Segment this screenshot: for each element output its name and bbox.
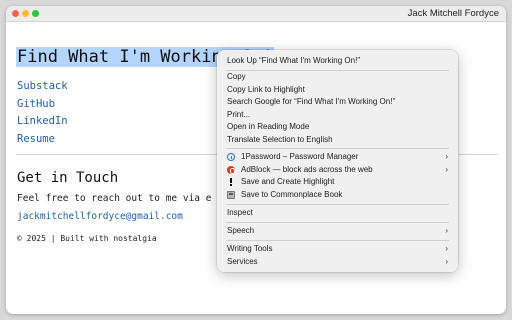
menu-item-label: Save and Create Highlight [241,177,335,186]
menu-item-label: Copy [227,72,246,81]
menu-item-inspect[interactable]: Inspect [221,207,454,219]
menu-item-save-and-create-highlight[interactable]: Save and Create Highlight [221,176,454,188]
menu-item-1password[interactable]: 1Password – Password Manager › [221,151,454,163]
menu-item-save-to-commonplace-book[interactable]: Save to Commonplace Book [221,189,454,201]
menu-item-translate[interactable]: Translate Selection to English [221,134,454,146]
menu-item-label: Open in Reading Mode [227,122,310,131]
menu-item-label: AdBlock — block ads across the web [241,164,373,174]
menu-item-adblock[interactable]: AdBlock — block ads across the web › [221,164,454,176]
menu-item-label: Inspect [227,208,253,217]
close-window-button[interactable] [12,10,19,17]
menu-item-copy-link-to-highlight[interactable]: Copy Link to Highlight [221,84,454,96]
menu-separator [226,222,449,223]
chevron-right-icon: › [445,226,448,235]
menu-item-look-up[interactable]: Look Up “Find What I'm Working On!” [221,55,454,67]
email-link[interactable]: jackmitchellfordyce@gmail.com [17,211,183,222]
menu-item-label: Copy Link to Highlight [227,84,305,94]
menu-item-label: 1Password – Password Manager [241,152,359,161]
menu-item-open-reading-mode[interactable]: Open in Reading Mode [221,121,454,133]
title-bar: Jack Mitchell Fordyce [6,6,506,22]
menu-separator [226,148,449,149]
context-menu: Look Up “Find What I'm Working On!” Copy… [217,50,458,272]
commonplace-book-icon [227,190,235,199]
menu-separator [226,204,449,205]
menu-item-print[interactable]: Print... [221,109,454,121]
chevron-right-icon: › [445,256,448,266]
maximize-window-button[interactable] [32,10,39,17]
menu-item-services[interactable]: Services › [221,256,454,268]
menu-item-label: Services [227,256,258,266]
menu-item-speech[interactable]: Speech › [221,225,454,237]
menu-item-label: Look Up “Find What I'm Working On!” [227,56,360,65]
exclamation-icon [229,178,233,186]
chevron-right-icon: › [445,152,448,161]
menu-item-label: Writing Tools [227,244,273,253]
adblock-icon [227,165,235,174]
nav-link-resume[interactable]: Resume [17,131,68,149]
menu-item-label: Search Google for “Find What I'm Working… [227,97,396,106]
menu-item-label: Save to Commonplace Book [241,189,343,199]
chevron-right-icon: › [445,164,448,174]
menu-item-search-google[interactable]: Search Google for “Find What I'm Working… [221,96,454,108]
nav-link-substack[interactable]: Substack [17,78,68,96]
footer-text: © 2025 | Built with nostalgia [17,234,157,243]
menu-separator [226,240,449,241]
nav-link-github[interactable]: GitHub [17,96,68,114]
minimize-window-button[interactable] [22,10,29,17]
contact-heading: Get in Touch [17,170,119,186]
menu-item-label: Speech [227,226,255,235]
menu-item-writing-tools[interactable]: Writing Tools › [221,243,454,255]
menu-item-label: Translate Selection to English [227,134,333,144]
menu-item-label: Print... [227,109,251,119]
window-title: Jack Mitchell Fordyce [407,8,499,19]
1password-icon [227,153,235,161]
nav-links: Substack GitHub LinkedIn Resume [17,78,68,148]
menu-item-copy[interactable]: Copy [221,71,454,83]
nav-link-linkedin[interactable]: LinkedIn [17,113,68,131]
chevron-right-icon: › [445,244,448,253]
contact-text: Feel free to reach out to me via e [17,193,212,204]
